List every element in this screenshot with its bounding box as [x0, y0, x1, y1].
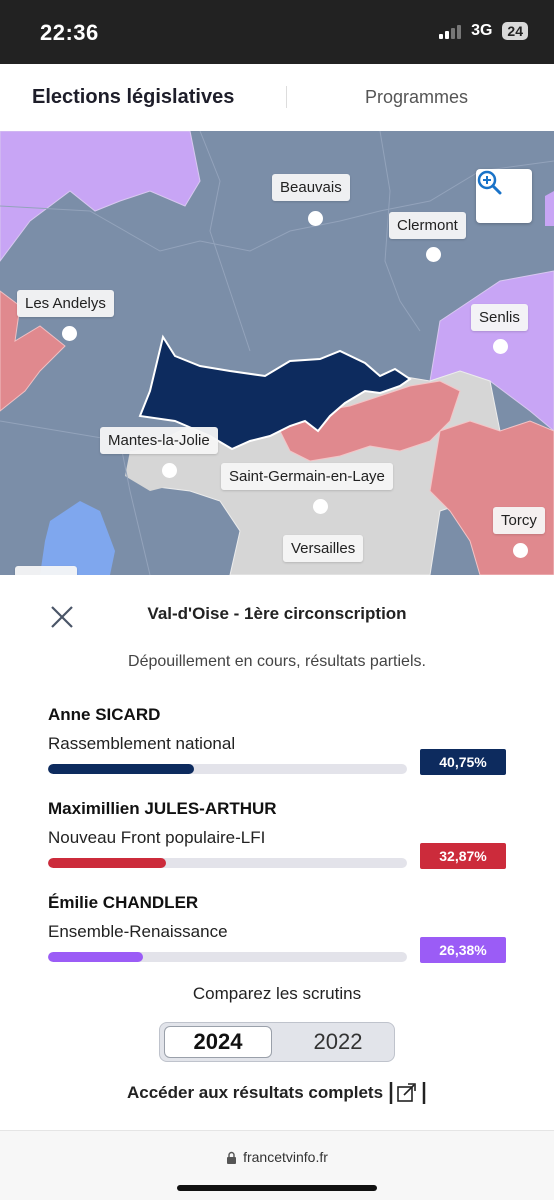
status-indicators: 3G 24: [439, 22, 528, 40]
candidate-name: Maximillien JULES-ARTHUR: [48, 799, 277, 818]
count-status: Dépouillement en cours, résultats partie…: [128, 653, 426, 670]
zoom-in-icon: [477, 170, 502, 195]
region-ensemble-northeast: [545, 191, 554, 226]
result-bar-fill: [48, 952, 143, 962]
city-label[interactable]: Saint-Germain-en-Laye: [221, 463, 393, 490]
region-nfp-east: [429, 420, 554, 575]
result-bar-fill: [48, 858, 166, 868]
region-light-blue-southwest: [40, 501, 115, 575]
city-dot: [313, 499, 328, 514]
result-bar-track: [48, 858, 407, 868]
battery-icon: 24: [502, 22, 528, 40]
external-link-icon: [389, 1081, 427, 1105]
city-label[interactable]: Clermont: [389, 212, 466, 239]
city-dot: [426, 247, 441, 262]
city-label[interactable]: Versailles: [283, 535, 364, 562]
result-bar-fill: [48, 764, 195, 774]
candidate-row: Émilie CHANDLER Ensemble-Renaissance 26,38…: [48, 893, 508, 973]
city-dot: [162, 463, 177, 478]
result-percent-badge: 26,38%: [420, 937, 506, 963]
tab-elections-legislatives[interactable]: Elections législatives: [32, 86, 234, 109]
year-option-2024[interactable]: 2024: [164, 1026, 272, 1058]
network-type: 3G: [471, 22, 493, 39]
browser-bar: francetvinfo.fr: [0, 1130, 554, 1200]
result-bar-track: [48, 764, 407, 774]
candidate-name: Émilie CHANDLER: [48, 893, 199, 912]
result-percent-badge: 32,87%: [420, 843, 506, 869]
candidate-row: Anne SICARD Rassemblement national 40,75%: [48, 705, 508, 785]
candidate-party: Ensemble-Renaissance: [48, 922, 228, 941]
city-label[interactable]: Beauvais: [272, 174, 350, 201]
city-label[interactable]: Torcy: [493, 507, 545, 534]
map-label-partial: [15, 566, 77, 575]
tab-divider: [286, 86, 287, 108]
city-label[interactable]: Les Andelys: [17, 290, 114, 317]
full-results-label[interactable]: Accéder aux résultats complets: [127, 1083, 383, 1103]
result-percent-badge: 40,75%: [420, 749, 506, 775]
status-time: 22:36: [40, 20, 99, 45]
full-results-link[interactable]: Accéder aux résultats complets: [0, 1081, 554, 1105]
zoom-in-button[interactable]: [476, 169, 532, 223]
candidate-party: Nouveau Front populaire-LFI: [48, 828, 266, 847]
candidate-name: Anne SICARD: [48, 705, 161, 724]
result-bar-track: [48, 952, 407, 962]
city-label[interactable]: Mantes-la-Jolie: [100, 427, 218, 454]
compare-label: Comparez les scrutins: [192, 984, 362, 1003]
city-dot: [308, 211, 323, 226]
city-dot: [493, 339, 508, 354]
url-bar[interactable]: francetvinfo.fr: [0, 1149, 554, 1165]
home-indicator[interactable]: [177, 1185, 377, 1191]
election-map[interactable]: Beauvais Clermont Les Andelys Senlis Man…: [0, 131, 554, 575]
lock-icon: [227, 1151, 237, 1164]
region-ensemble-northwest: [0, 131, 201, 262]
city-dot: [62, 326, 77, 341]
city-label[interactable]: Senlis: [471, 304, 528, 331]
results-panel: Val-d'Oise - 1ère circonscription Dépoui…: [0, 575, 554, 1130]
year-toggle: 2024 2022: [159, 1022, 395, 1062]
status-bar: 22:36 3G 24: [0, 0, 554, 64]
signal-icon: [439, 23, 462, 39]
header-tabs: Elections législatives Programmes: [0, 64, 554, 131]
url-text: francetvinfo.fr: [243, 1149, 328, 1165]
constituency-title: Val-d'Oise - 1ère circonscription: [147, 604, 407, 623]
city-dot: [513, 543, 528, 558]
tab-programmes[interactable]: Programmes: [365, 87, 468, 108]
candidate-row: Maximillien JULES-ARTHUR Nouveau Front po…: [48, 799, 508, 879]
candidate-party: Rassemblement national: [48, 734, 236, 753]
year-option-2022[interactable]: 2022: [284, 1026, 392, 1058]
